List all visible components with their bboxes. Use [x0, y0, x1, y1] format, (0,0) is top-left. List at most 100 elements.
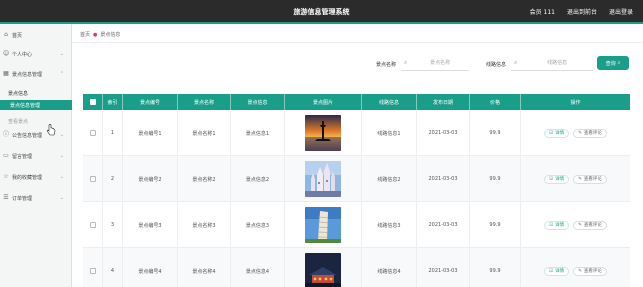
actions-cell: ☑ 详情 ✎ 查看评论 — [521, 156, 630, 202]
table-header: 索引 景点编号 景点名称 景点信息 景点图片 线路信息 发布日期 价格 操作 — [83, 94, 630, 110]
row-checkbox[interactable] — [89, 176, 96, 182]
column-header: 发布日期 — [417, 94, 470, 110]
sidebar-subitem-scenic-management[interactable]: 景点信息管理 — [0, 100, 72, 110]
image-cell — [285, 110, 362, 156]
user-icon: ☺ — [3, 50, 10, 57]
star-icon: ☆ — [3, 173, 9, 180]
image-cell — [285, 202, 362, 248]
row-checkbox[interactable] — [89, 130, 96, 136]
sidebar-item-home[interactable]: ⌂ 首页 — [0, 28, 72, 42]
detail-button[interactable]: ☑ 详情 — [544, 266, 570, 276]
header-actions: 会员 111 退出到前台 退出登录 — [530, 7, 633, 16]
row-select-cell — [83, 202, 103, 248]
code-cell: 景点编号4 — [123, 248, 178, 287]
edit-icon: ✎ — [578, 222, 582, 228]
sidebar-item-label: 订单管理 — [12, 195, 33, 202]
table-row: 2 景点编号2 景点名称2 景点信息2 线路信息2 2021-03-03 99.… — [83, 156, 630, 202]
view-comments-button[interactable]: ✎ 查看评论 — [573, 266, 607, 276]
back-to-frontend-link[interactable]: 退出到前台 — [567, 7, 597, 16]
search-input-route[interactable]: ⌕ 线路信息 — [511, 55, 593, 71]
table-row: 1 景点编号1 景点名称1 景点信息1 线路信息1 2021-03-03 99.… — [83, 110, 630, 156]
chevron-up-icon: ⌃ — [59, 71, 64, 77]
code-cell: 景点编号1 — [123, 110, 178, 156]
message-icon: ▭ — [3, 152, 9, 159]
index-cell: 4 — [103, 248, 123, 287]
row-select-cell — [83, 248, 103, 287]
name-cell: 景点名称3 — [178, 202, 231, 248]
column-header: 操作 — [570, 99, 581, 106]
actions-cell: ☑ 详情 ✎ 查看评论 — [521, 202, 630, 248]
sidebar-item-announcement[interactable]: ⓘ 公告信息管理 ⌄ — [0, 128, 72, 142]
sidebar-item-label: 公告信息管理 — [12, 132, 43, 139]
route-cell: 线路信息4 — [362, 248, 417, 287]
logout-link[interactable]: 退出登录 — [609, 7, 633, 16]
view-comments-button[interactable]: ✎ 查看评论 — [573, 220, 607, 230]
image-cell — [285, 248, 362, 287]
column-header: 景点编号 — [123, 94, 178, 110]
edit-icon: ✎ — [578, 176, 582, 182]
sidebar-item-orders[interactable]: ☰ 订单管理 ⌄ — [0, 191, 72, 205]
column-header: 景点图片 — [285, 94, 362, 110]
name-cell: 景点名称1 — [178, 110, 231, 156]
price-cell: 99.9 — [470, 248, 521, 287]
detail-button[interactable]: ☑ 详情 — [544, 220, 570, 230]
price-cell: 99.9 — [470, 202, 521, 248]
hand-cursor-icon — [47, 124, 56, 136]
detail-label: 详情 — [555, 177, 565, 182]
actions-cell: ☑ 详情 ✎ 查看评论 — [521, 248, 630, 287]
chevron-down-icon: ⌄ — [59, 51, 64, 57]
sidebar-item-label: 景点信息管理 — [12, 71, 43, 78]
detail-icon: ☑ — [549, 268, 554, 274]
sidebar-item-profile[interactable]: ☺ 个人中心 ⌄ — [0, 47, 72, 61]
info-cell: 景点信息1 — [231, 110, 285, 156]
sidebar-item-scenic-management[interactable]: ▦ 景点信息管理 ⌃ — [0, 67, 72, 81]
select-all-cell — [83, 94, 103, 110]
date-cell: 2021-03-03 — [417, 110, 470, 156]
info-cell: 景点信息3 — [231, 202, 285, 248]
view-comments-button[interactable]: ✎ 查看评论 — [573, 174, 607, 184]
detail-label: 详情 — [555, 269, 565, 274]
chevron-down-icon: ⌄ — [59, 195, 64, 201]
sidebar-subitem-view[interactable]: 查看景点 — [0, 116, 72, 126]
breadcrumb-home[interactable]: 首页 — [80, 31, 90, 38]
date-cell: 2021-03-03 — [417, 202, 470, 248]
view-comments-button[interactable]: ✎ 查看评论 — [573, 128, 607, 138]
search-input-name[interactable]: ⌕ 景点名称 — [401, 55, 469, 71]
edit-icon: ✎ — [578, 268, 582, 274]
select-all-checkbox[interactable] — [89, 99, 96, 105]
column-header: 景点名称 — [178, 94, 231, 110]
sidebar-item-label: 留言管理 — [12, 153, 33, 160]
name-cell: 景点名称4 — [178, 248, 231, 287]
header-accent-line — [0, 22, 643, 24]
search-icon: ⌕ — [617, 60, 621, 66]
price-cell: 99.9 — [470, 110, 521, 156]
column-header: 价格 — [470, 94, 521, 110]
sidebar-item-label: 个人中心 — [12, 51, 33, 58]
row-checkbox[interactable] — [89, 268, 96, 274]
query-button[interactable]: 查询 ⌕ — [597, 56, 629, 70]
detail-button[interactable]: ☑ 详情 — [544, 174, 570, 184]
sidebar: ⌂ 首页 ☺ 个人中心 ⌄ ▦ 景点信息管理 ⌃ 景点信息 景点信息管理 查看景… — [0, 24, 72, 287]
divider — [72, 42, 643, 43]
sunset-pier-image — [305, 115, 341, 151]
row-checkbox[interactable] — [89, 222, 96, 228]
detail-icon: ☑ — [549, 130, 554, 136]
index-cell: 3 — [103, 202, 123, 248]
detail-button[interactable]: ☑ 详情 — [544, 128, 570, 138]
search-placeholder: 景点名称 — [430, 60, 451, 66]
comment-label: 查看评论 — [583, 131, 602, 136]
chevron-down-icon: ⌄ — [59, 174, 64, 180]
sidebar-subitem-scenic-info[interactable]: 景点信息 — [0, 88, 72, 98]
row-select-cell — [83, 156, 103, 202]
query-button-label: 查询 — [605, 60, 616, 67]
grid-icon: ▦ — [3, 70, 9, 77]
column-header: 索引 — [103, 94, 123, 110]
chevron-down-icon: ⌄ — [59, 132, 64, 138]
date-cell: 2021-03-03 — [417, 248, 470, 287]
leaning-tower-image — [305, 207, 341, 243]
home-icon: ⌂ — [4, 31, 8, 38]
search-placeholder: 线路信息 — [547, 60, 568, 66]
code-cell: 景点编号3 — [123, 202, 178, 248]
sidebar-item-favorites[interactable]: ☆ 我的收藏管理 ⌄ — [0, 170, 72, 184]
sidebar-item-messages[interactable]: ▭ 留言管理 ⌄ — [0, 149, 72, 163]
